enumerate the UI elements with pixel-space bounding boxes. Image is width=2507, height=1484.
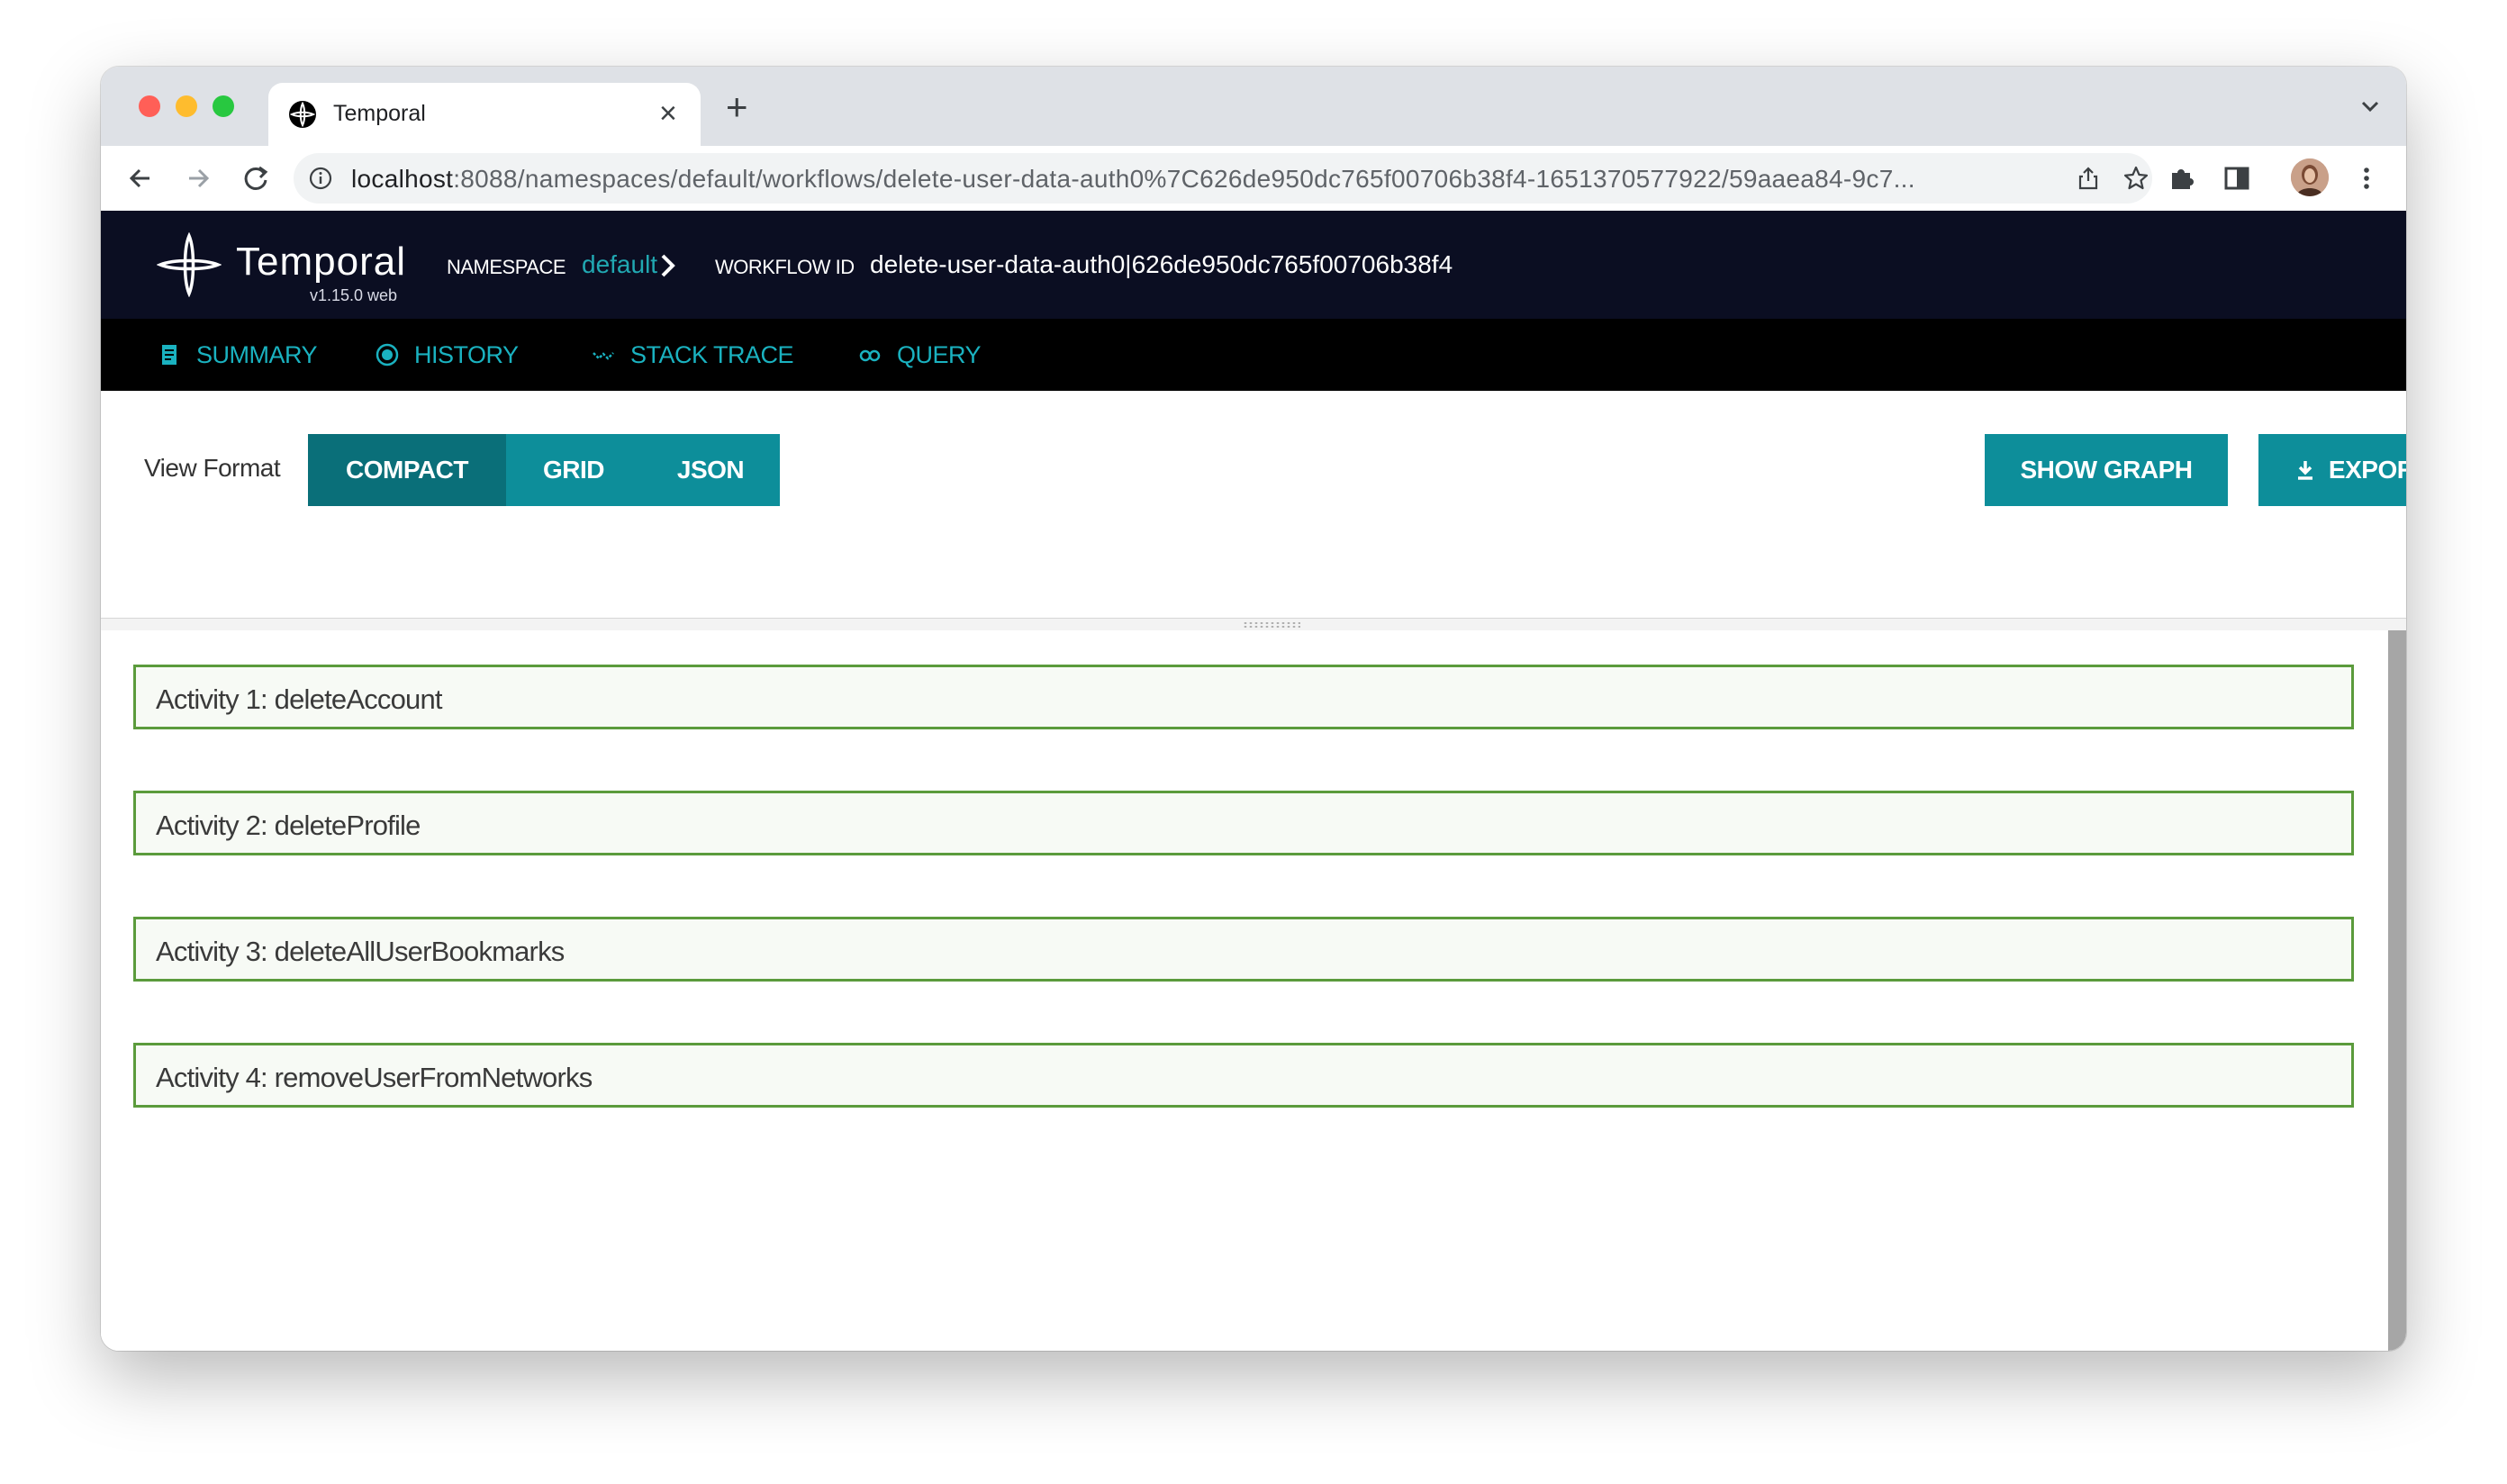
activity-row[interactable]: Activity 2: deleteProfile <box>133 791 2354 855</box>
tab-summary[interactable]: SUMMARY <box>157 319 318 391</box>
app-name: Temporal <box>236 240 406 284</box>
extensions-puzzle-icon[interactable] <box>2163 160 2199 196</box>
export-label: EXPORT <box>2328 456 2406 484</box>
workflow-id-value: delete-user-data-auth0|626de950dc765f007… <box>870 250 1453 278</box>
tab-query-label: QUERY <box>897 340 982 368</box>
url-text: localhost:8088/namespaces/default/workfl… <box>351 165 1915 194</box>
browser-toolbar: localhost:8088/namespaces/default/workfl… <box>101 146 2406 212</box>
document-icon <box>162 345 176 365</box>
activity-row[interactable]: Activity 4: removeUserFromNetworks <box>133 1043 2354 1108</box>
bookmark-star-icon[interactable] <box>2122 164 2150 193</box>
app-header: Temporal v1.15.0 web NAMESPACE default W… <box>101 211 2406 319</box>
workflow-id-label: WORKFLOW ID <box>715 256 855 278</box>
tab-history-label: HISTORY <box>414 340 519 368</box>
minimize-window-button[interactable] <box>176 95 197 117</box>
workflow-nav: SUMMARY HISTORY STACK TRACE QUERY <box>101 319 2406 391</box>
format-compact-button[interactable]: COMPACT <box>308 434 506 506</box>
stack-trace-icon <box>593 352 614 360</box>
back-icon[interactable] <box>122 160 158 196</box>
chevron-right-icon <box>661 254 675 277</box>
activity-label: Activity 2: deleteProfile <box>156 810 421 841</box>
activity-label: Activity 3: deleteAllUserBookmarks <box>156 936 565 967</box>
close-window-button[interactable] <box>139 95 160 117</box>
show-graph-button[interactable]: SHOW GRAPH <box>1985 434 2228 506</box>
profile-photo-icon <box>2291 158 2329 196</box>
activity-label: Activity 1: deleteAccount <box>156 683 443 715</box>
app-version: v1.15.0 web <box>310 286 398 304</box>
tab-stack-trace-label: STACK TRACE <box>630 340 794 368</box>
format-grid-button[interactable]: GRID <box>506 434 641 506</box>
tab-title: Temporal <box>333 101 426 126</box>
download-icon <box>2297 461 2312 480</box>
browser-tab[interactable]: Temporal × <box>268 83 701 146</box>
view-format-label: View Format <box>144 454 281 482</box>
export-button[interactable]: EXPORT <box>2258 434 2406 506</box>
history-panel: View Format COMPACT GRID JSON SHOW GRAPH… <box>101 391 2406 1351</box>
new-tab-button[interactable]: + <box>726 88 748 126</box>
side-panel-icon[interactable] <box>2219 160 2255 196</box>
browser-window: Temporal × + localhost:8088/namespaces/d… <box>101 67 2406 1351</box>
vertical-scrollbar[interactable] <box>2388 630 2406 1351</box>
activity-row[interactable]: Activity 3: deleteAllUserBookmarks <box>133 917 2354 982</box>
temporal-favicon-icon <box>289 101 316 128</box>
tab-strip: Temporal × + <box>101 67 2406 146</box>
profile-avatar[interactable] <box>2291 158 2329 196</box>
share-icon[interactable] <box>2075 165 2102 192</box>
tab-summary-label: SUMMARY <box>196 340 318 368</box>
activity-list: Activity 1: deleteAccount Activity 2: de… <box>101 630 2388 1351</box>
tab-query[interactable]: QUERY <box>857 319 982 391</box>
temporal-logo-icon[interactable] <box>157 232 222 297</box>
url-path: :8088/namespaces/default/workflows/delet… <box>453 165 1915 193</box>
splitter-grip-icon[interactable] <box>1243 621 1300 629</box>
browser-menu-icon[interactable] <box>2349 160 2385 196</box>
address-bar[interactable]: localhost:8088/namespaces/default/workfl… <box>294 153 2152 204</box>
query-icon <box>859 349 881 362</box>
url-host: localhost <box>351 165 454 193</box>
forward-icon[interactable] <box>180 160 216 196</box>
maximize-window-button[interactable] <box>213 95 234 117</box>
namespace-link[interactable]: default <box>582 250 657 279</box>
reload-icon[interactable] <box>238 160 274 196</box>
site-info-icon[interactable] <box>308 166 333 191</box>
tab-stack-trace[interactable]: STACK TRACE <box>591 319 794 391</box>
format-json-button[interactable]: JSON <box>641 434 780 506</box>
tab-search-chevron-icon[interactable] <box>2352 88 2388 124</box>
activity-row[interactable]: Activity 1: deleteAccount <box>133 665 2354 729</box>
activity-label: Activity 4: removeUserFromNetworks <box>156 1062 593 1093</box>
tab-history[interactable]: HISTORY <box>375 319 519 391</box>
history-icon <box>376 343 399 366</box>
tab-close-icon[interactable]: × <box>659 95 677 131</box>
namespace-label: NAMESPACE <box>447 256 566 278</box>
